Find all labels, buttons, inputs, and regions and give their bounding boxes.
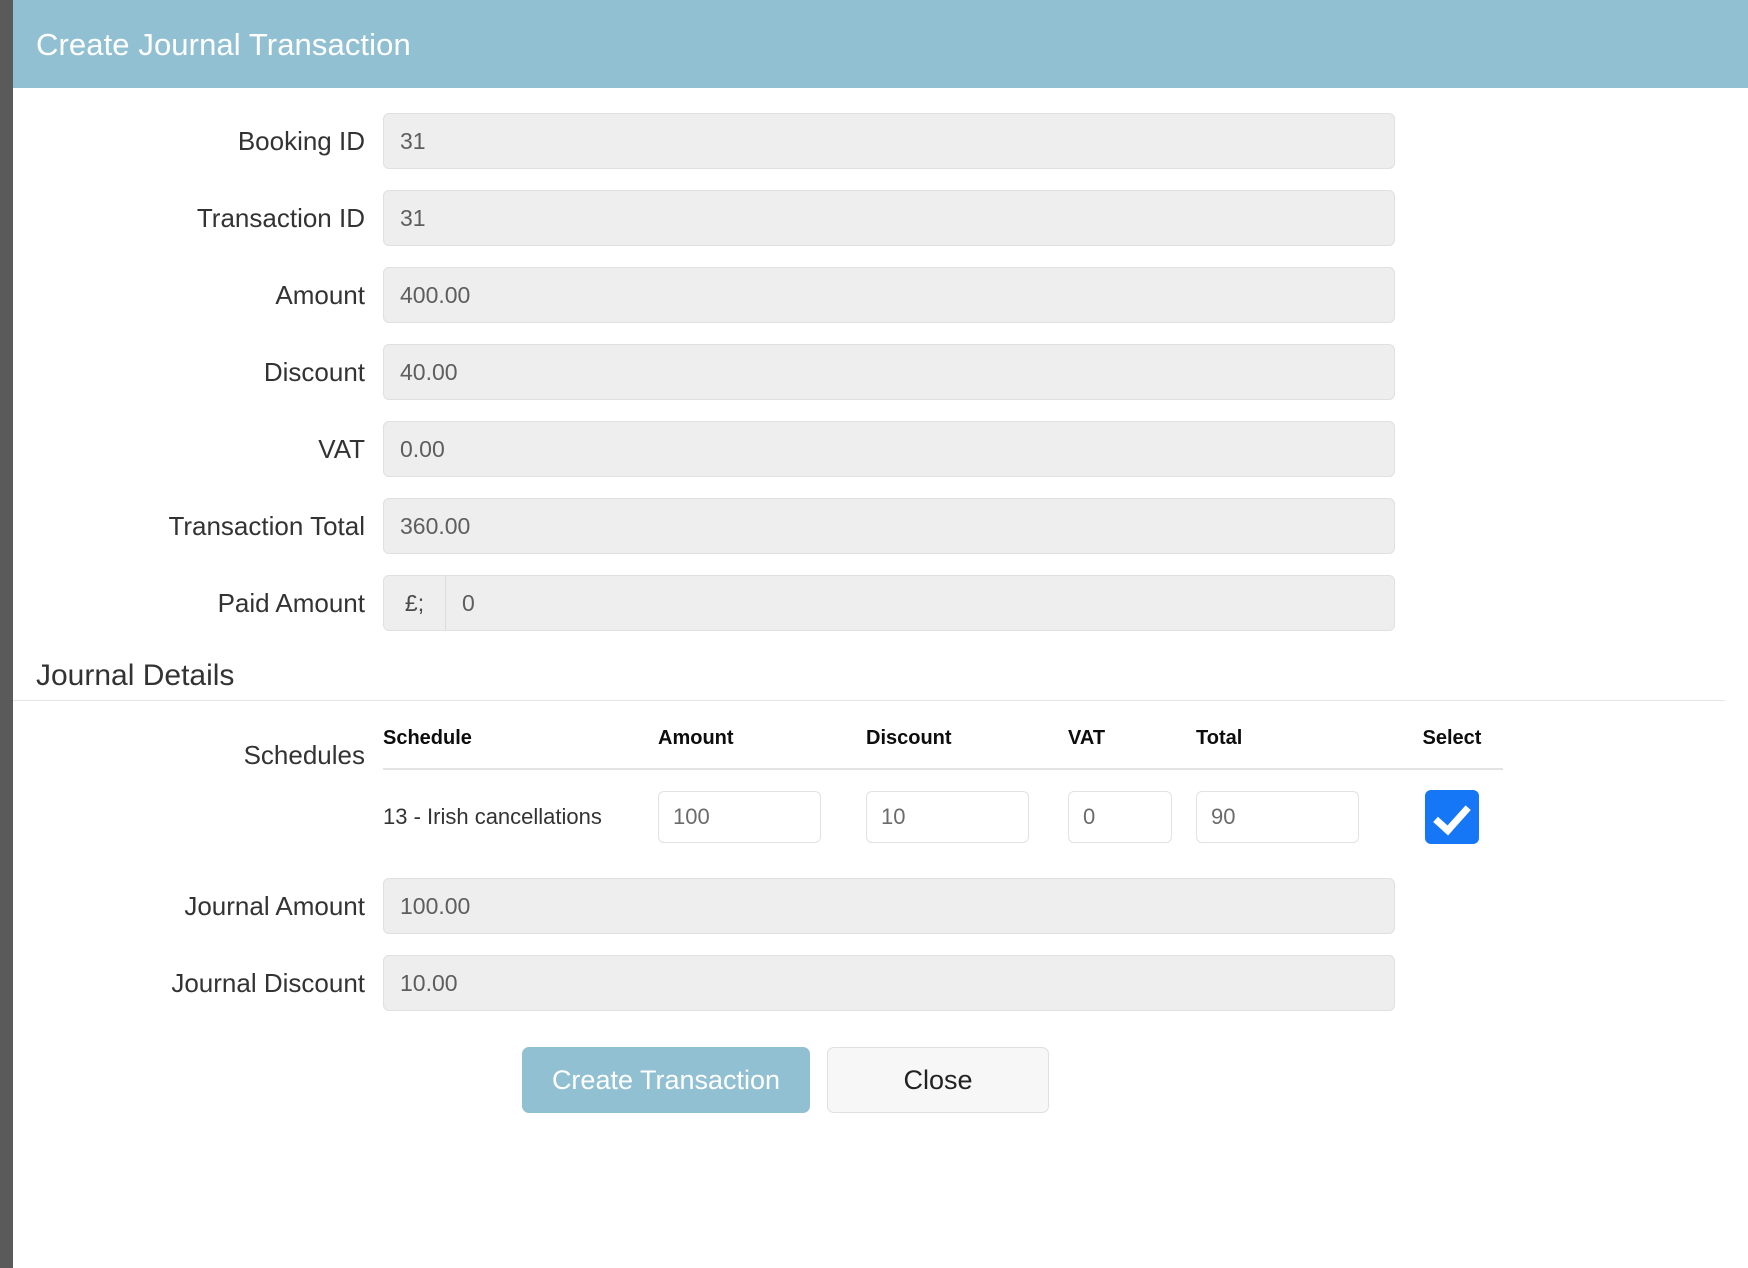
th-total: Total <box>1196 727 1401 769</box>
input-vat[interactable] <box>383 421 1395 477</box>
schedules-row: Schedules Schedule Amount Discount VAT T… <box>13 727 1748 844</box>
input-journal-amount[interactable] <box>383 878 1395 934</box>
paid-amount-input-group: £; <box>383 575 1395 631</box>
form-row-transaction-total: Transaction Total <box>13 498 1748 554</box>
th-select: Select <box>1401 727 1503 769</box>
form-row-journal-discount: Journal Discount <box>13 955 1748 1011</box>
input-paid-amount[interactable] <box>446 576 1394 630</box>
label-journal-discount: Journal Discount <box>13 955 383 1011</box>
row-select-checkbox[interactable] <box>1425 790 1479 844</box>
input-row-discount[interactable] <box>866 791 1029 843</box>
label-journal-amount: Journal Amount <box>13 878 383 934</box>
modal-body: Booking ID Transaction ID Amount <box>13 113 1748 1113</box>
table-header-row: Schedule Amount Discount VAT Total Selec… <box>383 727 1503 769</box>
schedules-table: Schedule Amount Discount VAT Total Selec… <box>383 727 1503 844</box>
create-journal-transaction-modal: Create Journal Transaction Booking ID Tr… <box>13 0 1748 1268</box>
input-row-total[interactable] <box>1196 791 1359 843</box>
th-discount: Discount <box>866 727 1068 769</box>
legend-divider <box>13 700 1725 701</box>
modal-title: Create Journal Transaction <box>36 29 411 60</box>
form-row-vat: VAT <box>13 421 1748 477</box>
th-schedule: Schedule <box>383 727 658 769</box>
input-transaction-id[interactable] <box>383 190 1395 246</box>
form-row-amount: Amount <box>13 267 1748 323</box>
label-paid-amount: Paid Amount <box>13 575 383 631</box>
th-vat: VAT <box>1068 727 1196 769</box>
form-row-journal-amount: Journal Amount <box>13 878 1748 934</box>
cell-schedule-name: 13 - Irish cancellations <box>383 769 658 844</box>
table-row: 13 - Irish cancellations <box>383 769 1503 844</box>
label-transaction-total: Transaction Total <box>13 498 383 554</box>
form-row-booking-id: Booking ID <box>13 113 1748 169</box>
label-vat: VAT <box>13 421 383 477</box>
label-transaction-id: Transaction ID <box>13 190 383 246</box>
currency-addon: £; <box>384 576 446 630</box>
label-discount: Discount <box>13 344 383 400</box>
left-scrollbar-rail[interactable] <box>0 0 13 1268</box>
journal-details-legend: Journal Details <box>36 659 1748 700</box>
modal-viewport: Create Journal Transaction Booking ID Tr… <box>0 0 1748 1268</box>
modal-footer: Create Transaction Close <box>13 1047 1748 1113</box>
modal-header: Create Journal Transaction <box>13 0 1748 88</box>
input-journal-discount[interactable] <box>383 955 1395 1011</box>
th-amount: Amount <box>658 727 866 769</box>
input-booking-id[interactable] <box>383 113 1395 169</box>
input-amount[interactable] <box>383 267 1395 323</box>
input-row-amount[interactable] <box>658 791 821 843</box>
label-schedules: Schedules <box>13 727 383 783</box>
form-row-paid-amount: Paid Amount £; <box>13 575 1748 631</box>
input-transaction-total[interactable] <box>383 498 1395 554</box>
form-row-transaction-id: Transaction ID <box>13 190 1748 246</box>
label-booking-id: Booking ID <box>13 113 383 169</box>
create-transaction-button[interactable]: Create Transaction <box>522 1047 810 1113</box>
label-amount: Amount <box>13 267 383 323</box>
input-row-vat[interactable] <box>1068 791 1172 843</box>
journal-details-section: Journal Details <box>13 659 1748 701</box>
input-discount[interactable] <box>383 344 1395 400</box>
form-row-discount: Discount <box>13 344 1748 400</box>
close-button[interactable]: Close <box>827 1047 1049 1113</box>
